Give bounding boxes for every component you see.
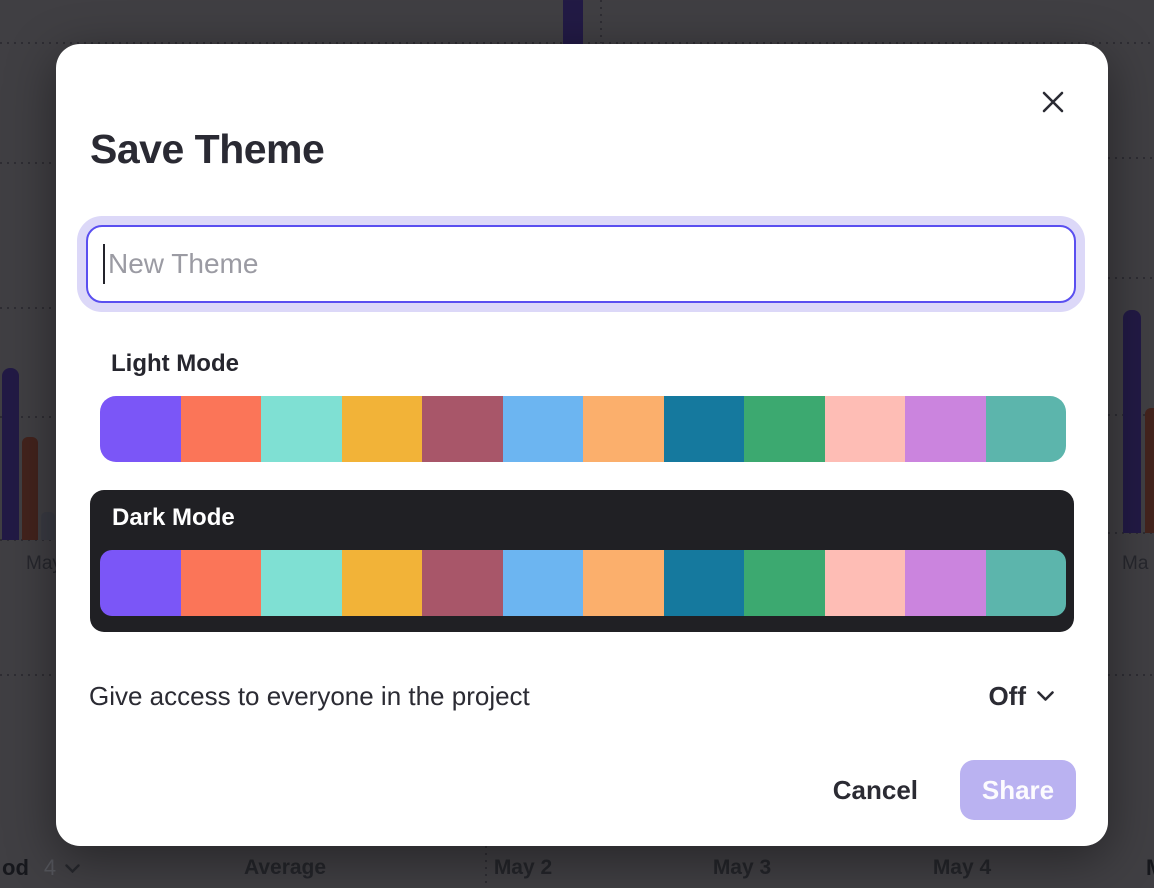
palette-swatch — [261, 550, 342, 616]
palette-swatch — [986, 396, 1067, 462]
dialog-title: Save Theme — [90, 126, 324, 173]
close-button[interactable] — [1031, 80, 1075, 124]
x-axis-label: May 4 — [933, 856, 991, 880]
palette-swatch — [342, 396, 423, 462]
chart-bar — [1145, 408, 1154, 533]
palette-swatch — [181, 396, 262, 462]
palette-swatch — [905, 550, 986, 616]
palette-swatch — [664, 550, 745, 616]
chart-bar — [41, 512, 55, 540]
chart-bar — [563, 0, 583, 44]
x-axis-label: Average — [244, 856, 326, 880]
access-row: Give access to everyone in the project O… — [89, 674, 1054, 718]
palette-swatch — [583, 396, 664, 462]
save-theme-dialog: Save Theme Theme Name Light Mode Dark Mo… — [56, 44, 1108, 846]
palette-swatch — [503, 550, 584, 616]
cancel-button[interactable]: Cancel — [833, 775, 918, 806]
period-selector-label: od — [2, 855, 29, 881]
period-selector-number: 4 — [44, 855, 56, 881]
palette-swatch — [744, 396, 825, 462]
dialog-actions: Cancel Share — [833, 760, 1076, 820]
palette-swatch — [181, 550, 262, 616]
chart-bar — [1123, 310, 1141, 533]
access-dropdown[interactable]: Off — [988, 681, 1054, 712]
light-mode-palette — [100, 396, 1066, 462]
x-axis-label: May 3 — [713, 856, 771, 880]
palette-swatch — [583, 550, 664, 616]
palette-swatch — [261, 396, 342, 462]
text-caret — [103, 244, 105, 284]
right-bar-label: Ma — [1122, 553, 1148, 575]
dark-mode-palette — [100, 550, 1066, 616]
palette-swatch — [100, 396, 181, 462]
dark-mode-label: Dark Mode — [112, 504, 235, 532]
close-icon — [1042, 91, 1064, 113]
palette-swatch — [503, 396, 584, 462]
palette-swatch — [825, 550, 906, 616]
access-label: Give access to everyone in the project — [89, 681, 530, 712]
palette-swatch — [422, 550, 503, 616]
theme-name-input[interactable] — [86, 225, 1076, 303]
share-button[interactable]: Share — [960, 760, 1076, 820]
x-axis-label-clipped: M — [1146, 855, 1154, 881]
theme-name-field-wrapper — [86, 225, 1076, 303]
chevron-down-icon — [1037, 691, 1054, 701]
dark-mode-preview-card: Dark Mode — [90, 490, 1074, 632]
palette-swatch — [422, 396, 503, 462]
palette-swatch — [664, 396, 745, 462]
palette-swatch — [100, 550, 181, 616]
palette-swatch — [986, 550, 1067, 616]
light-mode-label: Light Mode — [111, 350, 239, 378]
access-dropdown-value: Off — [988, 681, 1026, 712]
chart-bar — [22, 437, 38, 540]
chart-bar — [2, 368, 19, 540]
palette-swatch — [744, 550, 825, 616]
chevron-down-icon — [65, 864, 80, 873]
period-selector: od 4 — [2, 855, 80, 881]
palette-swatch — [905, 396, 986, 462]
x-axis-label: May 2 — [494, 856, 552, 880]
palette-swatch — [825, 396, 906, 462]
palette-swatch — [342, 550, 423, 616]
